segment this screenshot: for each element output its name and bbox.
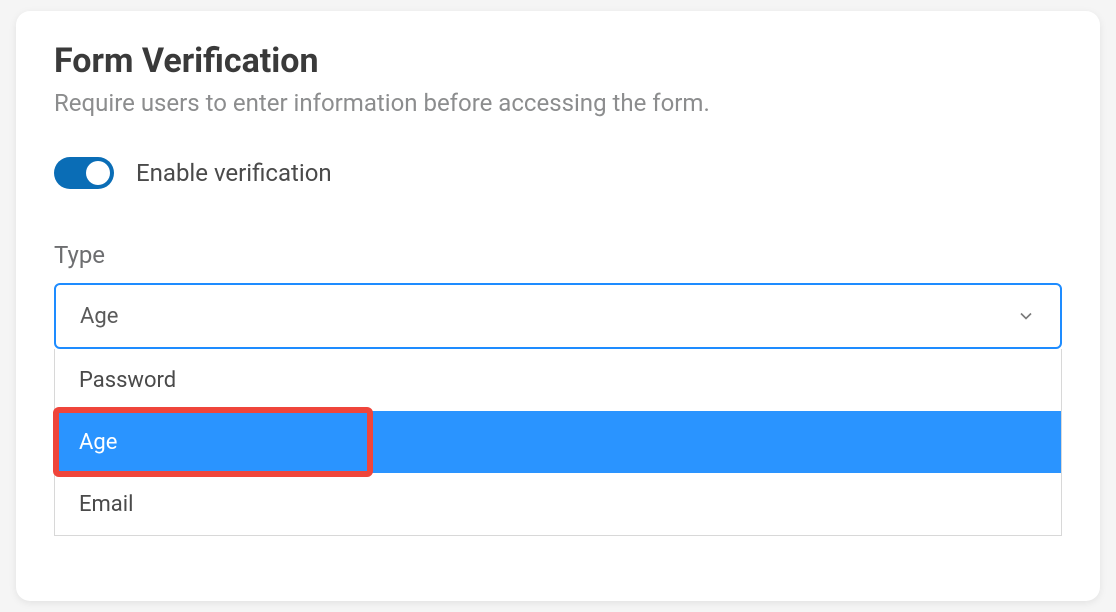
enable-verification-row: Enable verification (54, 157, 1062, 189)
type-field-label: Type (54, 241, 1062, 269)
chevron-down-icon (1016, 306, 1036, 326)
form-verification-card: Form Verification Require users to enter… (16, 11, 1100, 601)
enable-verification-label: Enable verification (136, 159, 332, 187)
type-option-age[interactable]: Age (55, 411, 1061, 473)
page-title: Form Verification (54, 41, 1062, 81)
type-option-email[interactable]: Email (55, 473, 1061, 535)
option-label: Email (79, 492, 133, 517)
option-label: Age (79, 430, 117, 455)
option-label: Password (79, 368, 176, 393)
enable-verification-toggle[interactable] (54, 157, 114, 189)
page-description: Require users to enter information befor… (54, 89, 1062, 117)
type-select-value: Age (80, 304, 118, 329)
toggle-knob (86, 161, 110, 185)
type-option-password[interactable]: Password (55, 349, 1061, 411)
type-select[interactable]: Age (54, 283, 1062, 349)
type-dropdown: Password Age Email (54, 349, 1062, 536)
